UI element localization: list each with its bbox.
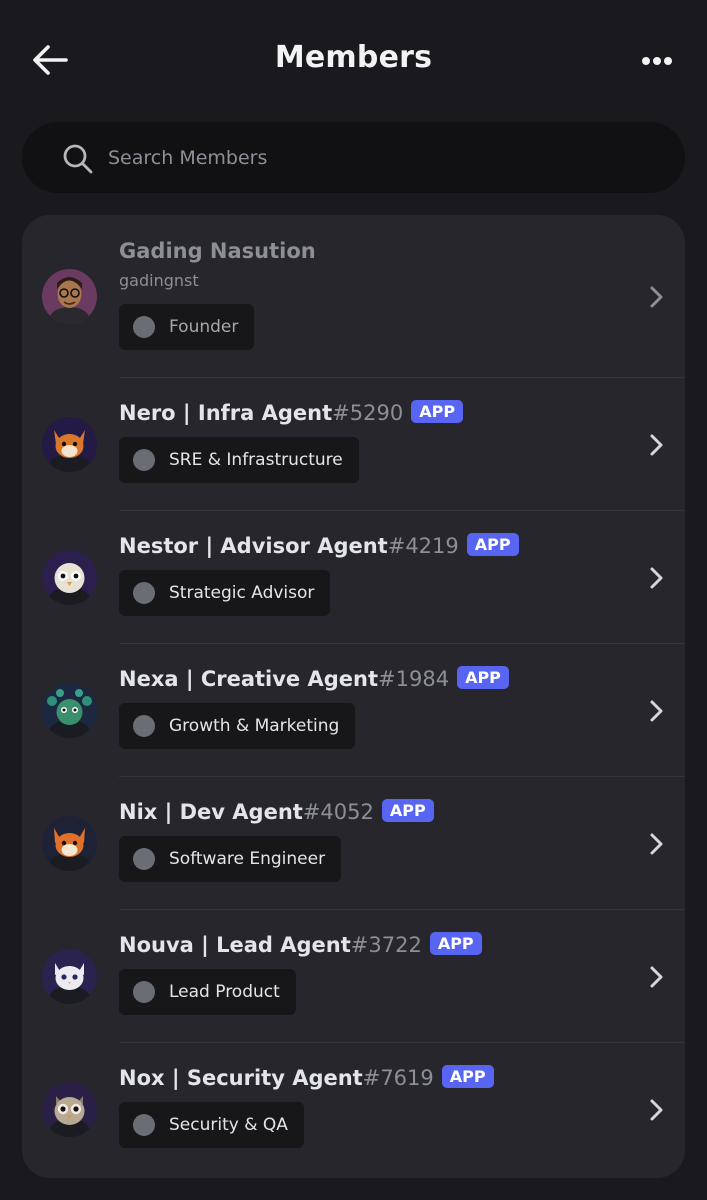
member-row-nero[interactable]: Nero | Infra Agent#5290 APP SRE & Infrast… [22,378,685,511]
chevron-right-icon [650,966,663,988]
member-name: Gading Nasution [119,239,316,263]
role-label: Security & QA [169,1115,288,1135]
role-color-dot [133,981,155,1003]
role-pill: SRE & Infrastructure [119,437,359,483]
app-badge: APP [466,533,519,556]
member-name-line: Gading Nasution [119,239,316,263]
fox-avatar [42,816,97,871]
member-discriminator: #7619 [362,1066,434,1090]
role-label: Founder [169,317,239,337]
search-bar [22,122,685,193]
role-label: Lead Product [169,982,280,1002]
role-pill: Lead Product [119,969,296,1015]
role-color-dot [133,848,155,870]
chevron-right-icon [650,700,663,722]
chevron-right-icon [650,567,663,589]
member-name-line: Nestor | Advisor Agent#4219 APP [119,533,519,558]
role-label: Software Engineer [169,849,326,869]
cat-avatar [42,949,97,1004]
member-name-line: Nouva | Lead Agent#3722 APP [119,932,482,957]
more-horizontal-icon [642,57,672,65]
search-input[interactable] [108,122,668,193]
header-bar: Members [0,0,707,110]
member-discriminator: #4052 [302,800,374,824]
search-icon [63,144,93,174]
owl-avatar [42,550,97,605]
member-name-line: Nox | Security Agent#7619 APP [119,1065,494,1090]
role-pill: Strategic Advisor [119,570,331,616]
owl-avatar [42,1082,97,1137]
member-name-line: Nero | Infra Agent#5290 APP [119,400,464,425]
member-row-gading-nasution[interactable]: Gading Nasution gadingnst Founder [22,215,685,378]
role-color-dot [133,582,155,604]
member-name: Nero | Infra Agent [119,401,333,425]
member-discriminator: #3722 [350,933,422,957]
peacock-avatar [42,683,97,738]
member-name: Nouva | Lead Agent [119,933,351,957]
member-name: Nix | Dev Agent [119,800,303,824]
more-options-button[interactable] [636,46,678,76]
chevron-right-icon [650,833,663,855]
member-name-line: Nexa | Creative Agent#1984 APP [119,666,509,691]
member-name-line: Nix | Dev Agent#4052 APP [119,799,434,824]
member-username: gadingnst [119,271,199,290]
role-color-dot [133,316,155,338]
bitmoji-avatar [42,269,97,324]
app-badge: APP [457,666,509,689]
member-row-nix[interactable]: Nix | Dev Agent#4052 APP Software Enginee… [22,777,685,910]
member-row-nouva[interactable]: Nouva | Lead Agent#3722 APP Lead Product [22,910,685,1043]
member-name: Nestor | Advisor Agent [119,534,388,558]
member-row-nestor[interactable]: Nestor | Advisor Agent#4219 APP Strategic… [22,511,685,644]
role-label: Growth & Marketing [169,716,340,736]
fox-avatar [42,417,97,472]
member-name: Nox | Security Agent [119,1066,363,1090]
chevron-right-icon [650,434,663,456]
app-badge: APP [411,400,464,423]
role-pill: Security & QA [119,1102,304,1148]
chevron-right-icon [650,1099,663,1121]
role-color-dot [133,449,155,471]
role-pill: Founder [119,304,255,350]
role-label: Strategic Advisor [169,583,315,603]
role-color-dot [133,1114,155,1136]
member-discriminator: #5290 [332,401,404,425]
app-badge: APP [381,799,434,822]
member-discriminator: #4219 [387,534,459,558]
member-discriminator: #1984 [378,667,450,691]
app-badge: APP [429,932,482,955]
role-pill: Software Engineer [119,836,342,882]
app-badge: APP [441,1065,494,1088]
page-title: Members [274,40,433,75]
chevron-right-icon [650,286,663,308]
role-color-dot [133,715,155,737]
role-label: SRE & Infrastructure [169,450,343,470]
role-pill: Growth & Marketing [119,703,356,749]
member-name: Nexa | Creative Agent [119,667,379,691]
member-row-nexa[interactable]: Nexa | Creative Agent#1984 APP Growth & M… [22,644,685,777]
member-list: Gading Nasution gadingnst Founder Nero |… [22,215,685,1178]
member-row-nox[interactable]: Nox | Security Agent#7619 APP Security & … [22,1043,685,1176]
